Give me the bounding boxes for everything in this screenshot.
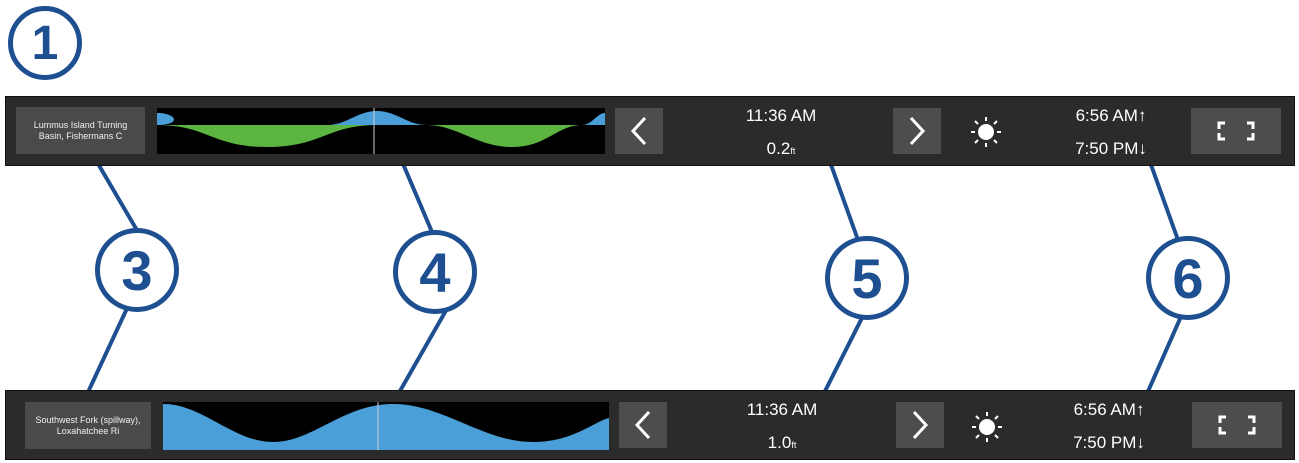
fullscreen-icon	[1217, 121, 1255, 141]
sun-icon	[971, 117, 1001, 147]
sunrise-time: 6:56 AM↑	[1036, 106, 1186, 126]
tide-bar-top: Lummus Island Turning Basin, Fishermans …	[5, 96, 1295, 166]
tide-graph[interactable]	[163, 402, 609, 450]
chevron-left-icon	[634, 410, 651, 440]
sunrise-value: 6:56 AM	[1075, 106, 1138, 125]
previous-button[interactable]	[615, 108, 663, 154]
station-name-button[interactable]: Southwest Fork (spillway), Loxahatchee R…	[25, 402, 151, 449]
callout-3: 3	[95, 228, 179, 312]
next-button[interactable]	[893, 108, 941, 154]
sunset-time: 7:50 PM↓	[1034, 433, 1184, 453]
chevron-right-icon	[912, 410, 929, 440]
fullscreen-button[interactable]	[1192, 402, 1282, 448]
ebb-area	[157, 125, 377, 147]
flood-area	[582, 113, 605, 125]
callout-4: 4	[393, 230, 477, 314]
sun-icon	[972, 412, 1002, 442]
tide-curve	[163, 402, 609, 450]
sunrise-arrow-icon: ↑	[1137, 106, 1147, 125]
sunrise-arrow-icon: ↑	[1135, 400, 1145, 419]
next-button[interactable]	[896, 402, 944, 448]
chevron-left-icon	[630, 116, 647, 146]
tide-height-unit: ft	[791, 440, 797, 450]
fullscreen-icon	[1218, 415, 1256, 435]
fullscreen-button[interactable]	[1191, 108, 1281, 154]
tide-time: 11:36 AM	[745, 106, 817, 125]
tide-height-unit: ft	[790, 146, 796, 156]
sunrise-time: 6:56 AM↑	[1034, 400, 1184, 420]
flood-area	[163, 404, 609, 450]
callout-5: 5	[825, 236, 909, 320]
sunset-value: 7:50 PM	[1073, 433, 1137, 452]
tide-graph[interactable]	[157, 108, 605, 154]
flood-area	[327, 111, 427, 125]
tide-height: 1.0ft	[707, 433, 857, 453]
tide-curve	[157, 108, 605, 154]
sunrise-value: 6:56 AM	[1073, 400, 1136, 419]
station-name-button[interactable]: Lummus Island Turning Basin, Fishermans …	[16, 107, 145, 154]
chevron-right-icon	[909, 116, 926, 146]
previous-button[interactable]	[619, 402, 667, 448]
sunset-value: 7:50 PM	[1075, 139, 1139, 158]
sunset-arrow-icon: ↓	[1138, 139, 1147, 158]
tide-height: 0.2ft	[706, 139, 856, 159]
tide-time: 11:36 AM	[746, 400, 818, 419]
callout-1: 1	[8, 6, 82, 80]
tide-height-value: 1.0	[767, 433, 792, 452]
sunset-arrow-icon: ↓	[1136, 433, 1145, 452]
sunset-time: 7:50 PM↓	[1036, 139, 1186, 159]
tide-bar-bottom: Southwest Fork (spillway), Loxahatchee R…	[5, 390, 1295, 460]
tide-height-value: 0.2	[766, 139, 791, 158]
ebb-area	[427, 125, 582, 147]
callout-6: 6	[1146, 236, 1230, 320]
